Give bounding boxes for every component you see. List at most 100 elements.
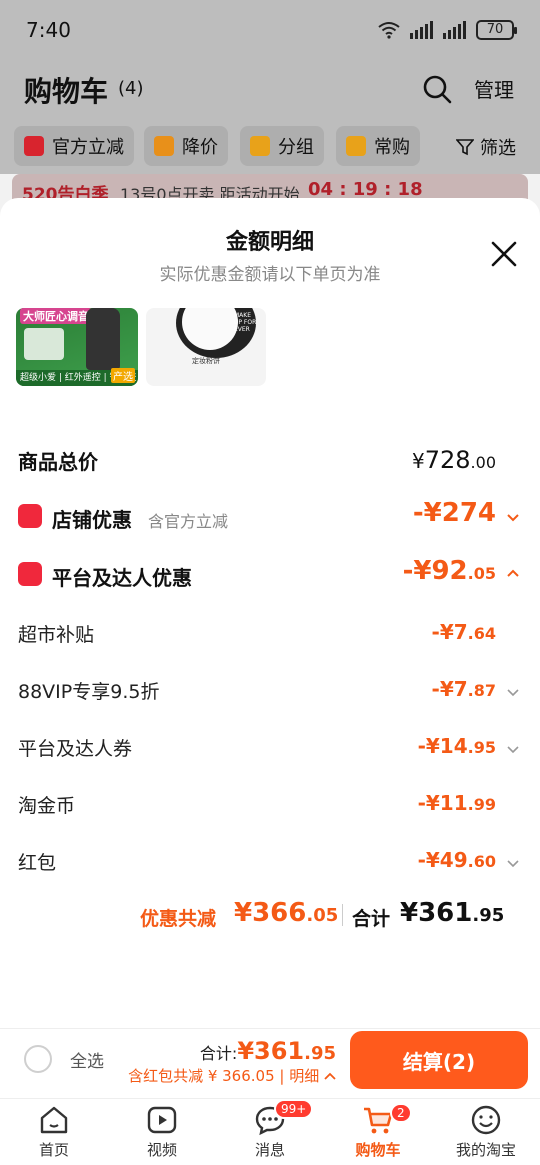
- detail-toggle-label: 含红包共减 ¥ 366.05 | 明细: [128, 1067, 320, 1085]
- summary-discount-label: 优惠共减: [140, 908, 217, 930]
- chevron-up-icon[interactable]: [506, 566, 520, 580]
- bottom-total-int: ¥361: [237, 1037, 305, 1065]
- filter-chip-official[interactable]: 官方立减: [14, 126, 134, 166]
- summary-total-label: 合计: [352, 908, 391, 930]
- bottom-tab-bar: 首页 视频 消息 99+ 购物车 2 我的淘宝: [0, 1098, 540, 1165]
- tab-profile[interactable]: 我的淘宝: [432, 1103, 540, 1160]
- product-thumbnail[interactable]: 大师匠心调音 超级小爱 | 红外遥控 | 智能交互 产选: [16, 308, 138, 386]
- discount-item-label: 88VIP专享9.5折: [18, 681, 160, 703]
- store-icon: [18, 504, 42, 528]
- chevron-down-icon[interactable]: [506, 686, 520, 700]
- tab-messages[interactable]: 消息 99+: [216, 1099, 324, 1160]
- product-info-card: [24, 328, 64, 360]
- funnel-icon: [456, 139, 474, 156]
- coupon-icon: [18, 562, 42, 586]
- filter-chip-label: 分组: [278, 137, 314, 158]
- value-dec: .99: [467, 795, 496, 814]
- value-dec: .95: [472, 905, 505, 926]
- filter-button[interactable]: 筛选: [456, 134, 516, 160]
- manage-button[interactable]: 管理: [474, 74, 514, 103]
- value-int: -¥14: [417, 734, 468, 758]
- speaker-image: [86, 308, 120, 370]
- discount-item-value[interactable]: -¥7.87: [432, 677, 496, 701]
- discount-item-value[interactable]: -¥49.60: [418, 848, 496, 872]
- signal-icon-2: [443, 21, 466, 39]
- checkout-button[interactable]: 结算(2): [350, 1031, 528, 1089]
- discount-item-label: 平台及达人券: [18, 738, 133, 760]
- product-caption: 定妆粉饼: [192, 357, 220, 365]
- chevron-down-icon[interactable]: [506, 511, 520, 525]
- profile-icon: [471, 1105, 501, 1135]
- store-discount-value[interactable]: -¥274: [413, 498, 496, 528]
- video-icon: [147, 1106, 177, 1134]
- status-time: 7:40: [26, 18, 71, 42]
- tab-label: 首页: [38, 1141, 69, 1159]
- signal-icon: [410, 21, 433, 39]
- chevron-down-icon[interactable]: [506, 857, 520, 871]
- status-icons: 70: [378, 20, 517, 40]
- store-discount-label: 店铺优惠: [52, 508, 132, 532]
- cart-badge: 2: [390, 1103, 412, 1123]
- status-bar: 7:40 70: [0, 0, 540, 62]
- sheet-subtitle: 实际优惠金额请以下单页为准: [159, 265, 381, 285]
- discount-item-value: -¥7.64: [432, 620, 496, 644]
- product-tag: 产选: [111, 368, 135, 383]
- total-int: 728: [424, 446, 471, 474]
- value-int: -¥49: [417, 848, 468, 872]
- message-badge: 99+: [274, 1099, 314, 1119]
- bag-icon: [346, 136, 366, 156]
- value-dec: .95: [467, 738, 496, 757]
- platform-dec: .05: [467, 564, 496, 583]
- arrow-down-icon: [154, 136, 174, 156]
- page-title: 购物车: [24, 75, 109, 108]
- product-brand: MAKE UP FOR EVER: [234, 312, 257, 333]
- value-int: -¥7: [431, 620, 468, 644]
- search-icon[interactable]: [422, 74, 452, 104]
- total-price-value: ¥728.00: [412, 446, 496, 474]
- checkout-bar: 全选 合计:¥361.95 含红包共减 ¥ 366.05 | 明细 结算(2): [0, 1028, 540, 1098]
- filter-chip-label: 降价: [182, 137, 218, 158]
- chevron-up-icon: [324, 1072, 336, 1080]
- filter-chip-label: 常购: [374, 137, 410, 158]
- discount-item-label: 红包: [18, 852, 57, 874]
- tab-cart[interactable]: 购物车 2: [324, 1103, 432, 1160]
- tab-label: 消息: [254, 1141, 285, 1159]
- value-int: ¥361: [400, 898, 473, 928]
- discount-item-value: -¥11.99: [418, 791, 496, 815]
- discount-item-label: 超市补贴: [18, 624, 95, 646]
- store-discount-sub: 含官方立减: [148, 512, 229, 531]
- cart-header: 购物车 (4) 管理: [0, 62, 540, 122]
- promo-timer: 04 : 19 : 18: [308, 179, 423, 200]
- value-int: -¥7: [431, 677, 468, 701]
- lightning-icon: [24, 136, 44, 156]
- select-all-label[interactable]: 全选: [70, 1047, 104, 1072]
- value-dec: .05: [306, 905, 339, 926]
- battery-icon: 70: [476, 20, 517, 40]
- close-icon[interactable]: [488, 238, 520, 270]
- divider: [342, 904, 343, 926]
- value-dec: .87: [467, 681, 496, 700]
- filter-chip-frequent[interactable]: 常购: [336, 126, 420, 166]
- detail-toggle[interactable]: 含红包共减 ¥ 366.05 | 明细: [128, 1065, 336, 1086]
- filter-chip-price-drop[interactable]: 降价: [144, 126, 228, 166]
- value-dec: .60: [467, 852, 496, 871]
- bottom-total-label: 合计:: [199, 1044, 238, 1063]
- value-int: ¥366: [234, 898, 307, 928]
- amount-detail-sheet: 金额明细 实际优惠金额请以下单页为准 大师匠心调音 超级小爱 | 红外遥控 | …: [0, 198, 540, 1028]
- product-thumbnail[interactable]: MAKE UP FOR EVER 定妆粉饼: [146, 308, 266, 386]
- filter-button-label: 筛选: [480, 138, 516, 159]
- value-int: -¥11: [417, 791, 468, 815]
- folder-icon: [250, 136, 270, 156]
- discount-item-value[interactable]: -¥14.95: [418, 734, 496, 758]
- select-all-checkbox[interactable]: [24, 1045, 52, 1073]
- filter-chip-group[interactable]: 分组: [240, 126, 324, 166]
- sheet-summary: 优惠共减 ¥366.05 合计 ¥361.95: [0, 898, 540, 934]
- total-currency: ¥: [412, 449, 425, 473]
- platform-discount-value[interactable]: -¥92.05: [403, 556, 496, 586]
- total-dec: .00: [470, 453, 496, 472]
- home-icon: [40, 1106, 68, 1134]
- tab-video[interactable]: 视频: [108, 1103, 216, 1160]
- chevron-down-icon[interactable]: [506, 743, 520, 757]
- tab-home[interactable]: 首页: [0, 1103, 108, 1160]
- platform-int: -¥92: [402, 556, 468, 586]
